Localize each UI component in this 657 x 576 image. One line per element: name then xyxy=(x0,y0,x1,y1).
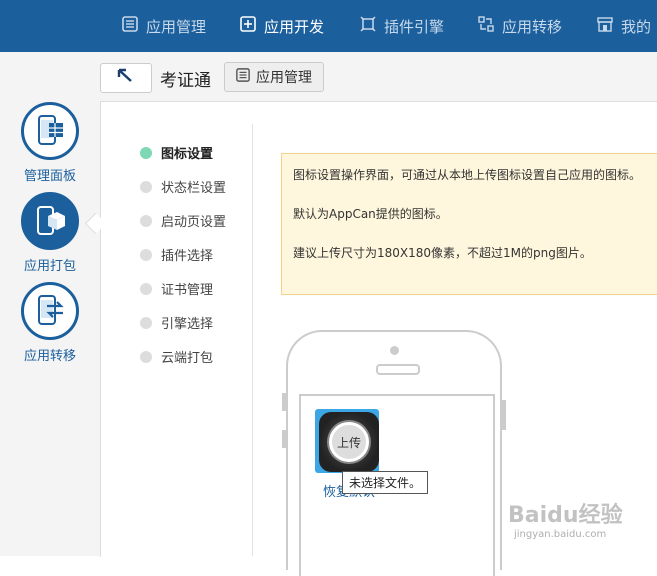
list-icon xyxy=(236,68,250,86)
step-dot xyxy=(140,282,152,295)
nav-item-app-management[interactable]: 应用管理 xyxy=(122,0,206,52)
step-label: 引擎选择 xyxy=(161,317,214,332)
watermark-url: jingyan.baidu.com xyxy=(514,529,607,540)
nav-item-app-transfer[interactable]: 应用转移 xyxy=(478,0,562,52)
app-management-label: 应用管理 xyxy=(256,70,312,86)
watermark: Baidu经验 jingyan.baidu.com xyxy=(508,497,623,540)
step-label: 插件选择 xyxy=(161,249,214,264)
frame-icon xyxy=(360,16,376,36)
step-certificate-management[interactable]: 证书管理 xyxy=(140,279,213,298)
phone-side-button xyxy=(282,393,286,411)
step-dot xyxy=(140,146,152,159)
back-arrow-icon xyxy=(115,68,137,88)
step-plugin-selection[interactable]: 插件选择 xyxy=(140,245,213,264)
step-label: 图标设置 xyxy=(161,147,214,162)
steps-divider xyxy=(252,124,253,556)
step-label: 云端打包 xyxy=(161,351,214,366)
phone-side-button xyxy=(282,430,286,448)
back-button[interactable] xyxy=(100,63,152,93)
sidebar-item-app-packaging[interactable]: 应用打包 xyxy=(0,192,100,274)
step-cloud-packaging[interactable]: 云端打包 xyxy=(140,347,213,366)
top-nav-bar: 应用管理 应用开发 插件引擎 应用转移 我的 xyxy=(0,0,657,52)
file-status-tooltip: 未选择文件。 xyxy=(342,471,429,494)
upload-button[interactable]: 上传 xyxy=(329,422,369,462)
app-name: 考证通 xyxy=(160,71,211,91)
step-dot xyxy=(140,214,152,227)
step-dot xyxy=(140,316,152,329)
notice-line: 图标设置操作界面，可通过从本地上传图标设置自己应用的图标。 xyxy=(293,168,642,182)
app-icon-preview[interactable]: 上传 xyxy=(319,412,379,472)
info-notice: 图标设置操作界面，可通过从本地上传图标设置自己应用的图标。 默认为AppCan提… xyxy=(281,153,657,295)
phone-box-icon xyxy=(21,192,79,250)
step-dot xyxy=(140,180,152,193)
phone-transfer-icon xyxy=(21,282,79,340)
nav-item-plugin-engine[interactable]: 插件引擎 xyxy=(360,0,444,52)
plus-square-icon xyxy=(240,16,256,36)
step-splash-settings[interactable]: 启动页设置 xyxy=(140,211,226,230)
nav-label: 应用管理 xyxy=(146,17,207,36)
sidebar-label: 应用打包 xyxy=(23,259,76,274)
notice-line: 默认为AppCan提供的图标。 xyxy=(293,207,448,221)
list-icon xyxy=(122,16,138,36)
step-dot xyxy=(140,248,152,261)
step-statusbar-settings[interactable]: 状态栏设置 xyxy=(140,177,226,196)
nav-label: 应用转移 xyxy=(502,17,563,36)
phone-camera xyxy=(390,346,399,355)
nav-item-mine[interactable]: 我的 xyxy=(597,0,651,52)
notice-line: 建议上传尺寸为180X180像素，不超过1M的png图片。 xyxy=(293,246,592,260)
watermark-logo: Baidu经验 xyxy=(508,503,623,528)
phone-grid-icon xyxy=(21,102,79,160)
upload-label: 上传 xyxy=(336,435,361,450)
sidebar-item-app-transfer[interactable]: 应用转移 xyxy=(0,282,100,364)
app-management-button[interactable]: 应用管理 xyxy=(224,62,324,92)
sidebar-label: 管理面板 xyxy=(23,169,76,184)
sidebar-label: 应用转移 xyxy=(23,349,76,364)
nav-label: 插件引擎 xyxy=(384,17,445,36)
nav-item-app-development[interactable]: 应用开发 xyxy=(240,0,324,52)
phone-speaker xyxy=(376,364,420,375)
sidebar-item-management-panel[interactable]: 管理面板 xyxy=(0,102,100,184)
step-label: 状态栏设置 xyxy=(161,181,227,196)
step-label: 启动页设置 xyxy=(161,215,227,230)
phone-side-button xyxy=(502,400,506,430)
nav-label: 应用开发 xyxy=(264,17,325,36)
step-dot xyxy=(140,350,152,363)
step-icon-settings[interactable]: 图标设置 xyxy=(140,143,213,162)
step-engine-selection[interactable]: 引擎选择 xyxy=(140,313,213,332)
transfer-icon xyxy=(478,16,494,36)
store-icon xyxy=(597,16,613,36)
step-label: 证书管理 xyxy=(161,283,214,298)
nav-label: 我的 xyxy=(621,17,652,36)
